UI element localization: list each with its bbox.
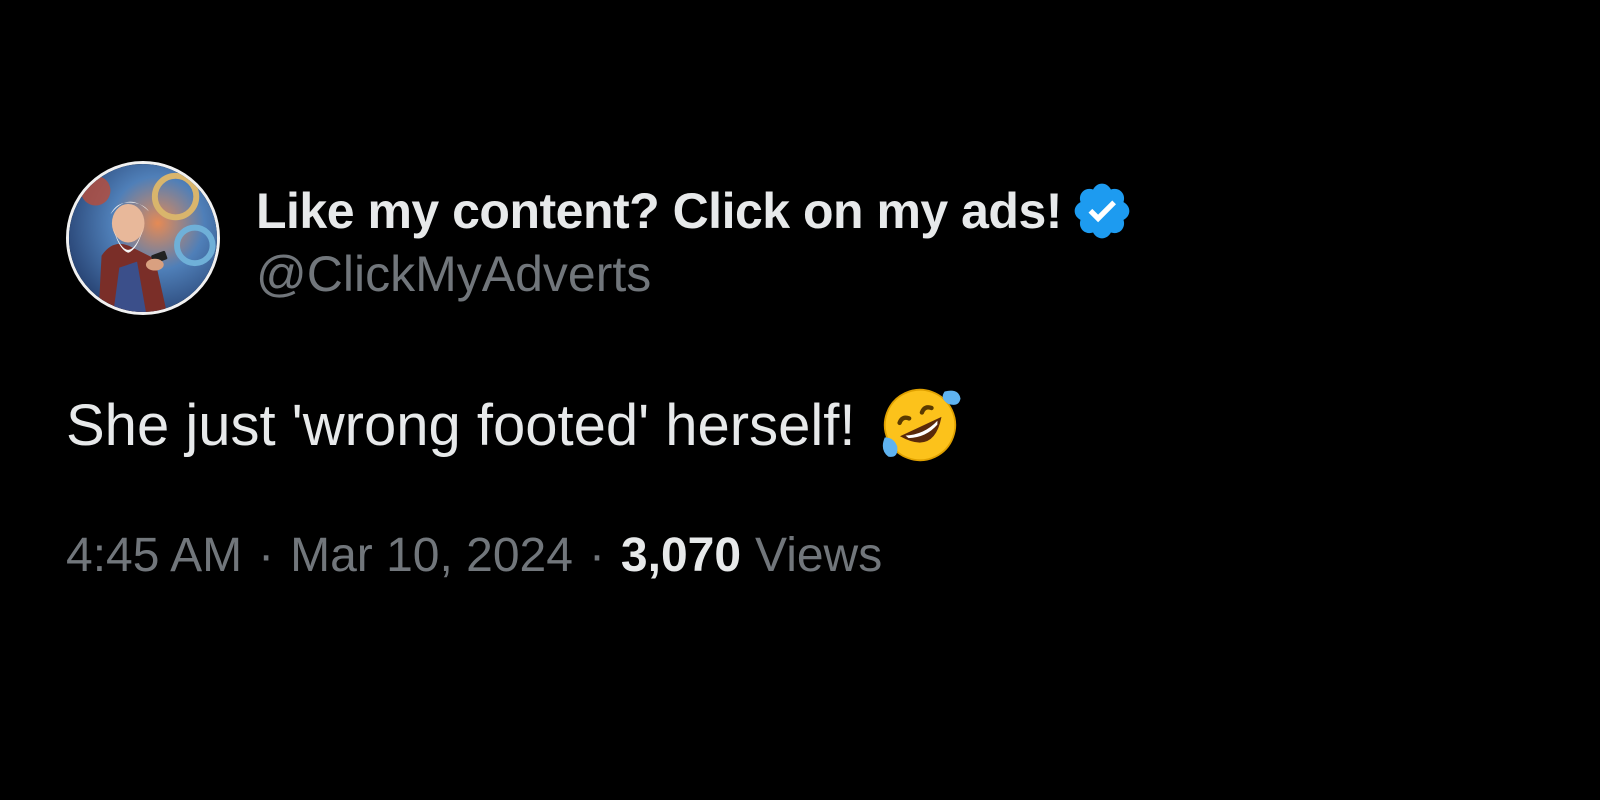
display-name[interactable]: Like my content? Click on my ads!: [256, 182, 1062, 240]
tweet-text: She just 'wrong footed' herself!: [66, 392, 856, 458]
tweet: Like my content? Click on my ads! @Click…: [66, 158, 1526, 583]
views-label: Views: [755, 529, 883, 582]
rolling-on-floor-laughing-emoji: [876, 381, 964, 469]
verified-badge-icon[interactable]: [1070, 179, 1134, 243]
tweet-time[interactable]: 4:45 AM: [66, 528, 242, 583]
user-handle[interactable]: @ClickMyAdverts: [256, 245, 1134, 303]
tweet-body: She just 'wrong footed' herself!: [66, 380, 1526, 470]
tweet-meta: 4:45 AM · Mar 10, 2024 · 3,070 Views: [66, 528, 1526, 583]
avatar-image: [69, 164, 217, 312]
display-name-row: Like my content? Click on my ads!: [256, 173, 1134, 249]
tweet-date[interactable]: Mar 10, 2024: [290, 528, 573, 583]
meta-separator: ·: [258, 529, 275, 582]
meta-separator: ·: [588, 529, 605, 582]
author-names: Like my content? Click on my ads! @Click…: [256, 173, 1134, 303]
views-count[interactable]: 3,070: [621, 528, 741, 583]
tweet-header: Like my content? Click on my ads! @Click…: [66, 158, 1526, 318]
avatar[interactable]: [66, 161, 220, 315]
